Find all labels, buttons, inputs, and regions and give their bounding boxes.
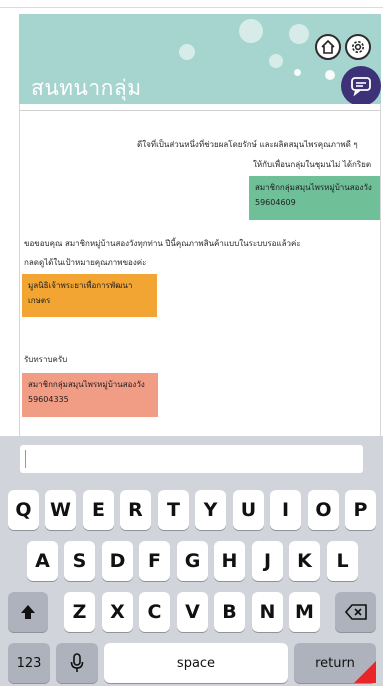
numbers-key[interactable]: 123	[8, 643, 50, 683]
key-r[interactable]: R	[120, 490, 151, 530]
key-h[interactable]: H	[214, 541, 245, 581]
message-text: ขอขอบคุณ สมาชิกหมู่บ้านสองวังทุกท่าน ปีน…	[24, 239, 301, 248]
decorative-bubble	[289, 24, 309, 44]
key-y[interactable]: Y	[195, 490, 226, 530]
key-d[interactable]: D	[102, 541, 133, 581]
key-x[interactable]: X	[102, 592, 133, 632]
shift-icon	[21, 605, 35, 619]
message-input[interactable]	[20, 445, 363, 473]
key-n[interactable]: N	[252, 592, 283, 632]
chat-area[interactable]: ดีใจที่เป็นส่วนหนึ่งที่ช่วยผลโดยรักษ์ แล…	[19, 104, 381, 436]
message-bubble-pink: สมาชิกกลุ่มสมุนไพรหมู่บ้านสองวัง 5960433…	[22, 373, 158, 417]
message-text: รับทราบครับ	[24, 355, 68, 364]
key-p[interactable]: P	[345, 490, 376, 530]
decorative-bubble	[325, 70, 335, 80]
backspace-key[interactable]	[335, 592, 376, 632]
key-u[interactable]: U	[233, 490, 264, 530]
key-j[interactable]: J	[252, 541, 283, 581]
return-label: return	[315, 655, 355, 671]
decorative-bubble	[294, 69, 301, 76]
key-w[interactable]: W	[45, 490, 76, 530]
gear-icon	[352, 41, 364, 53]
red-corner-marker	[354, 661, 376, 683]
key-k[interactable]: K	[289, 541, 320, 581]
microphone-key[interactable]	[56, 643, 98, 683]
shift-key[interactable]	[8, 592, 48, 632]
message-text: สมาชิกกลุ่มสมุนไพรหมู่บ้านสองวัง	[255, 183, 372, 192]
space-key[interactable]: space	[104, 643, 288, 683]
text-cursor	[25, 450, 26, 468]
message-text: กลดดูได้ในเป้าหมายคุณภาพของค่ะ	[24, 258, 147, 267]
message-input-bar	[0, 436, 383, 480]
decorative-bubble	[239, 19, 263, 43]
key-c[interactable]: C	[139, 592, 170, 632]
message-text: สมาชิกกลุ่มสมุนไพรหมู่บ้านสองวัง	[28, 380, 145, 389]
key-q[interactable]: Q	[8, 490, 39, 530]
message-bubble-green: สมาชิกกลุ่มสมุนไพรหมู่บ้านสองวัง 5960460…	[249, 176, 380, 220]
message-text: ดีใจที่เป็นส่วนหนึ่งที่ช่วยผลโดยรักษ์ แล…	[137, 140, 358, 149]
chat-bubble-icon	[351, 77, 371, 97]
return-key[interactable]: return	[294, 643, 376, 683]
key-s[interactable]: S	[64, 541, 95, 581]
key-z[interactable]: Z	[64, 592, 95, 632]
home-button[interactable]	[315, 34, 341, 60]
key-i[interactable]: I	[270, 490, 301, 530]
backspace-icon	[344, 604, 367, 620]
message-text: 59604609	[255, 198, 296, 207]
key-f[interactable]: F	[139, 541, 170, 581]
keyboard: Q W E R T Y U I O P A S D F G H J K L Z …	[0, 436, 383, 686]
key-e[interactable]: E	[83, 490, 114, 530]
message-bubble-orange: มูลนิธิเจ้าพระยาเพื่อการพัฒนาเกษตร	[22, 274, 157, 317]
key-t[interactable]: T	[158, 490, 189, 530]
page-title: สนทนากลุ่ม	[31, 76, 142, 100]
message-text: มูลนิธิเจ้าพระยาเพื่อการพัฒนาเกษตร	[28, 281, 133, 305]
key-g[interactable]: G	[177, 541, 208, 581]
home-icon	[321, 39, 335, 54]
decorative-bubble	[269, 54, 283, 68]
key-v[interactable]: V	[177, 592, 208, 632]
message-text: 59604335	[28, 395, 69, 404]
message-text: ให้กับเพื่อนกลุ่มในชุมนไม่ ได้กริยต	[253, 160, 372, 169]
top-divider	[0, 7, 383, 8]
key-b[interactable]: B	[214, 592, 245, 632]
chat-button[interactable]	[341, 66, 381, 104]
decorative-bubble	[179, 44, 195, 60]
key-m[interactable]: M	[289, 592, 320, 632]
microphone-icon	[70, 653, 84, 672]
key-a[interactable]: A	[27, 541, 58, 581]
app-header: สนทนากลุ่ม	[19, 14, 381, 104]
key-l[interactable]: L	[327, 541, 358, 581]
key-o[interactable]: O	[308, 490, 339, 530]
settings-button[interactable]	[345, 34, 371, 60]
